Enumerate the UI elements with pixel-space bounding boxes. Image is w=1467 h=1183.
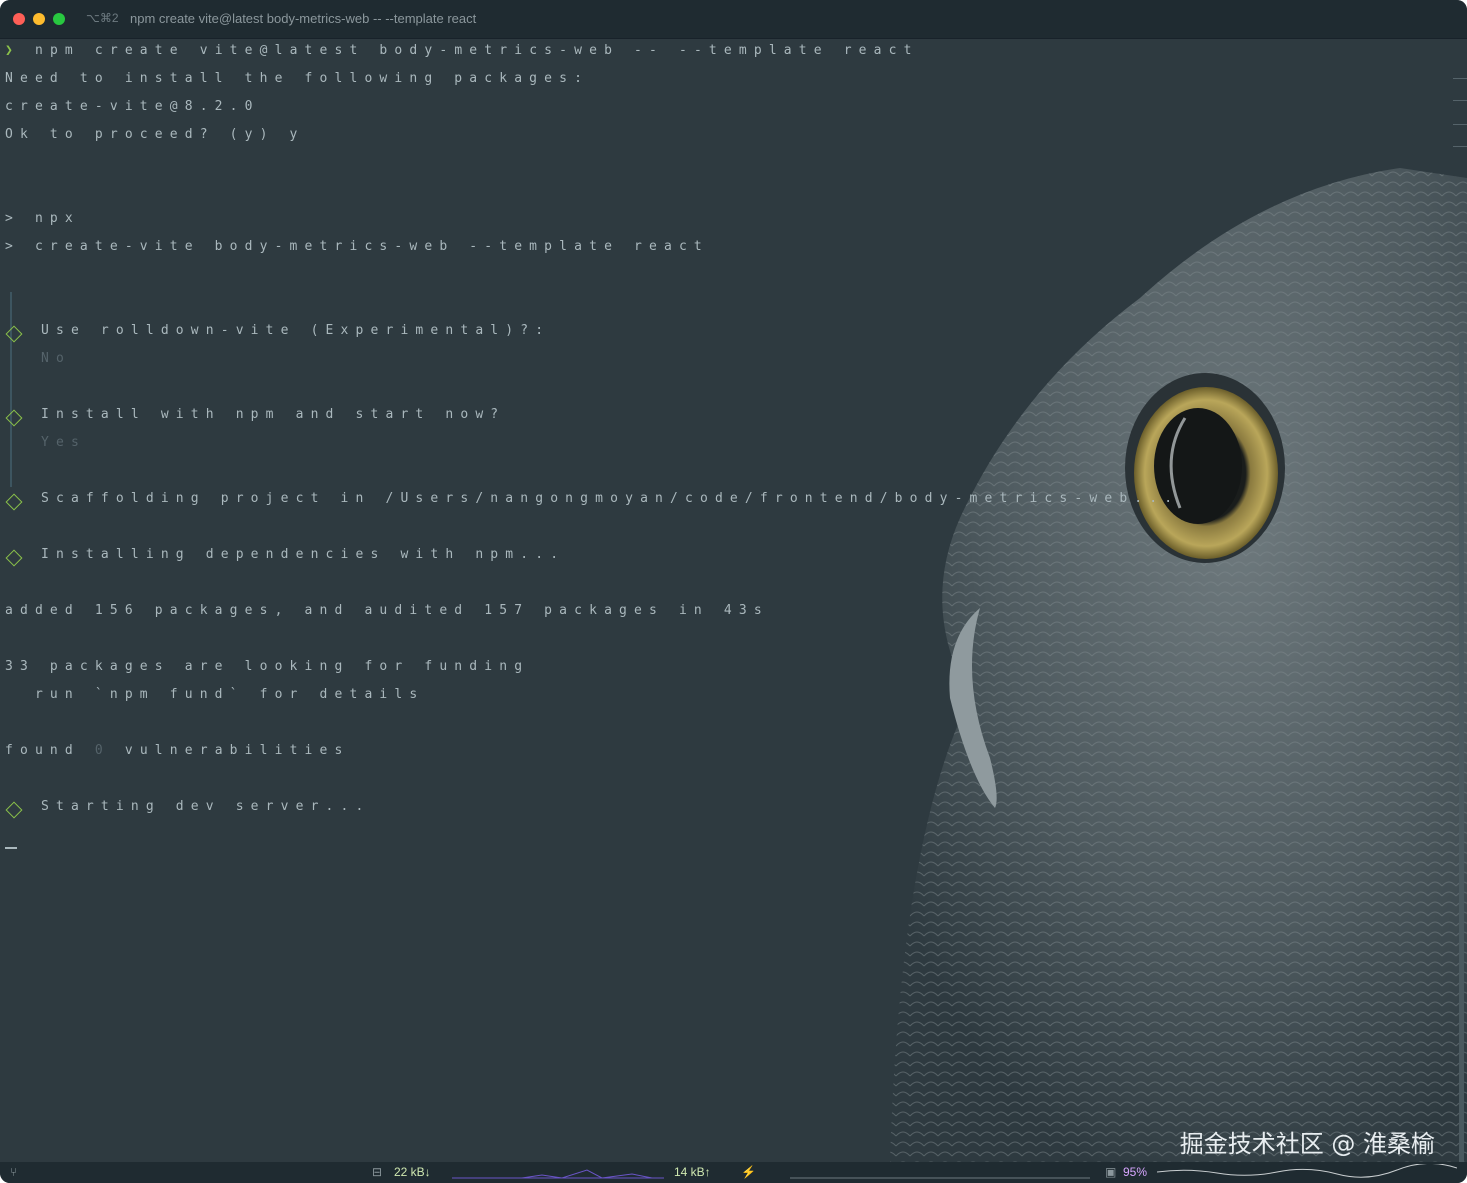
command-line: ❯ npm create vite@latest body-metrics-we… (5, 43, 919, 58)
network-graph (452, 1169, 664, 1179)
command-text: npm create vite@latest body-metrics-web … (34, 43, 919, 58)
power-graph (790, 1177, 1090, 1179)
close-button[interactable] (13, 13, 25, 25)
status-bar: ⑂ ⊟ 22 kB↓ 14 kB↑ ⚡ ▣ 95% (0, 1162, 1467, 1183)
terminal-content[interactable]: ❯ npm create vite@latest body-metrics-we… (0, 38, 1467, 1183)
network-download: 22 kB↓ (394, 1165, 431, 1179)
output-line: > create-vite body-metrics-web --templat… (5, 239, 709, 254)
git-branch-icon: ⑂ (10, 1165, 18, 1179)
prompt-question: Install with npm and start now? (41, 407, 506, 422)
output-line: Ok to proceed? (y) y (5, 127, 305, 142)
window-title: npm create vite@latest body-metrics-web … (130, 11, 477, 26)
watermark-text: 掘金技术社区 @ 淮桑榆 (1179, 1130, 1435, 1158)
prompt-question: Use rolldown-vite (Experimental)?: (41, 323, 551, 338)
output-line: create-vite@8.2.0 (5, 99, 260, 114)
output-line: found 0 vulnerabilities (5, 743, 350, 758)
diamond-icon (5, 801, 23, 819)
status-line: Starting dev server... (41, 799, 371, 814)
network-upload: 14 kB↑ (674, 1165, 711, 1179)
status-line: Installing dependencies with npm... (41, 547, 566, 562)
prompt-answer: Yes (41, 435, 86, 450)
prompt-icon: ❯ (5, 43, 20, 58)
terminal-window: ⌥⌘2 npm create vite@latest body-metrics-… (0, 0, 1467, 1183)
cpu-usage: 95% (1123, 1165, 1148, 1179)
diamond-icon (5, 493, 23, 511)
cpu-graph (1157, 1164, 1457, 1178)
gutter-line (10, 292, 12, 487)
output-line: 33 packages are looking for funding (5, 659, 530, 674)
diamond-icon (5, 325, 23, 343)
prompt-answer: No (41, 351, 71, 366)
found-suffix: vulnerabilities (109, 743, 350, 758)
title-bar: ⌥⌘2 npm create vite@latest body-metrics-… (0, 0, 1467, 39)
status-line: Scaffolding project in /Users/nangongmoy… (41, 491, 1180, 506)
output-line: > npx (5, 211, 80, 226)
text-cursor (5, 847, 17, 849)
output-line: run `npm fund` for details (5, 687, 425, 702)
cpu-icon: ▣ (1105, 1165, 1117, 1179)
plug-icon: ⚡ (741, 1165, 756, 1179)
diamond-icon (5, 549, 23, 567)
tab-shortcut: ⌥⌘2 (86, 11, 119, 25)
owl-background-image (890, 168, 1467, 1162)
found-prefix: found (5, 743, 95, 758)
network-icon: ⊟ (372, 1165, 383, 1179)
maximize-button[interactable] (53, 13, 65, 25)
output-line: added 156 packages, and audited 157 pack… (5, 603, 769, 618)
minimize-button[interactable] (33, 13, 45, 25)
diamond-icon (5, 409, 23, 427)
scrollbar[interactable] (1459, 338, 1464, 1183)
vulnerability-count: 0 (94, 743, 110, 758)
output-line: Need to install the following packages: (5, 71, 590, 86)
